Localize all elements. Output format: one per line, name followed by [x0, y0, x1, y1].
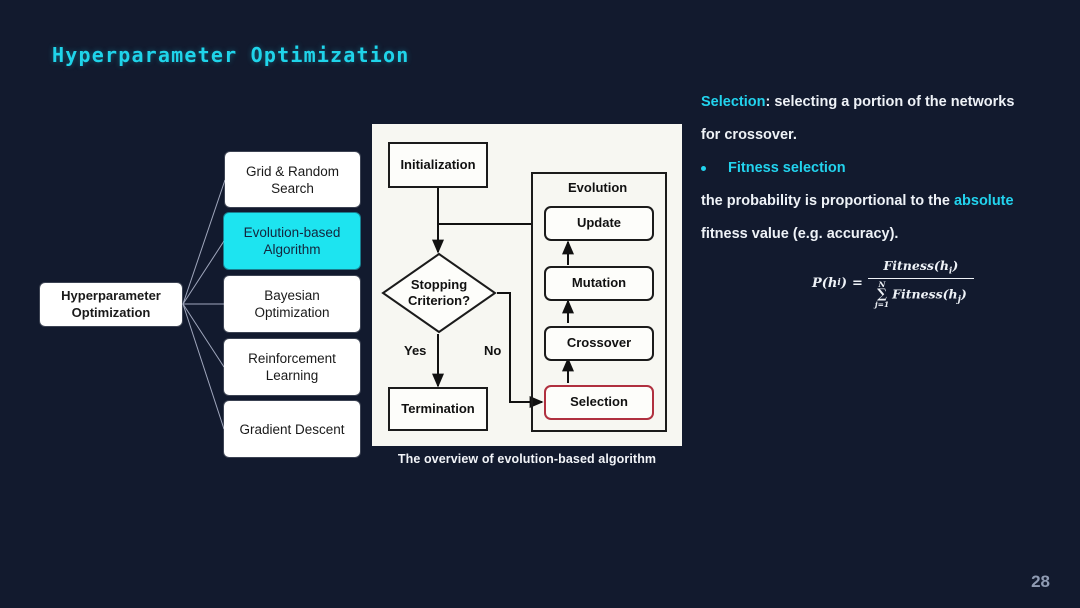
formula-numerator-base: Fitness(h [883, 258, 949, 273]
flowchart-panel: Initialization Stopping Criterion? Yes N… [372, 124, 682, 446]
mindmap-root-label: Hyperparameter Optimization [61, 288, 161, 320]
formula-numerator-close: ) [952, 258, 959, 273]
flowchart-node-initialization[interactable]: Initialization [388, 142, 488, 188]
notes-line-1: Selection: selecting a portion of the ne… [701, 86, 1056, 119]
flowchart-caption: The overview of evolution-based algorith… [397, 452, 657, 466]
flowchart-node-selection[interactable]: Selection [544, 385, 654, 420]
formula-lhs: P(h i) [812, 276, 847, 291]
slide-root: Hyperparameter Optimization Hyperparamet… [0, 0, 1080, 608]
svg-text:Stopping: Stopping [411, 277, 467, 292]
mindmap-node-bayesian-optimization[interactable]: Bayesian Optimization [224, 276, 360, 332]
notes-line-2: for crossover. [701, 127, 797, 143]
formula-fraction: Fitness(hi) N ∑ j=1 Fitness(hj) [867, 258, 974, 309]
notes-panel: Selection: selecting a portion of the ne… [701, 86, 1056, 251]
mindmap-root-node[interactable]: Hyperparameter Optimization [40, 283, 182, 326]
notes-line-3-a: the probability is proportional to the [701, 193, 954, 209]
mindmap-node-gradient-descent[interactable]: Gradient Descent [224, 401, 360, 457]
formula-sum-lower: j=1 [874, 300, 890, 309]
flowchart-node-termination[interactable]: Termination [388, 387, 488, 431]
mindmap-node-label: Grid & Random Search [245, 163, 340, 196]
formula-numerator: Fitness(hi) [876, 258, 965, 278]
mindmap-node-label: Bayesian Optimization [254, 288, 330, 320]
probability-formula: P(h i) = Fitness(hi) N ∑ j=1 Fitness(hj) [812, 258, 974, 309]
flowchart-node-crossover[interactable]: Crossover [544, 326, 654, 361]
flowchart-node-label: Update [576, 215, 622, 231]
formula-denominator-base: Fitness(h [892, 286, 958, 301]
flowchart-edge-label-no: No [484, 343, 502, 358]
bullet-dot-icon [701, 166, 706, 171]
mindmap-node-label: Evolution-based Algorithm [243, 225, 341, 257]
mindmap: Hyperparameter Optimization Grid & Random… [0, 0, 380, 480]
flowchart-edge-label-yes: Yes [404, 343, 427, 358]
mindmap-node-label: Reinforcement Learning [248, 351, 336, 383]
flowchart-node-label: Termination [401, 400, 475, 416]
flowchart-node-label: Selection [570, 394, 628, 410]
formula-lhs-base: P(h [812, 275, 838, 291]
formula-summation: N ∑ j=1 [874, 280, 890, 309]
mindmap-node-reinforcement-learning[interactable]: Reinforcement Learning [224, 339, 360, 395]
notes-keyword-selection: Selection [701, 94, 766, 110]
mindmap-node-grid-random-search[interactable]: Grid & Random Search [225, 152, 360, 207]
formula-lhs-close: ) [840, 275, 847, 291]
flowchart-node-label: Mutation [571, 275, 627, 291]
notes-line-3: the probability is proportional to the a… [701, 185, 1056, 218]
formula-denominator: N ∑ j=1 Fitness(hj) [867, 277, 974, 309]
flowchart-node-mutation[interactable]: Mutation [544, 266, 654, 301]
notes-keyword-absolute: absolute [953, 193, 1014, 209]
notes-line-4: fitness value (e.g. accuracy). [701, 226, 899, 242]
notes-bullet-label: Fitness selection [728, 160, 846, 176]
notes-bullet-item: Fitness selection [701, 152, 1056, 185]
formula-equals: = [851, 275, 863, 291]
flowchart-node-stopping-criterion[interactable]: Stopping Criterion? [380, 251, 498, 335]
flowchart-group-label-evolution: Evolution [568, 180, 628, 195]
flowchart-node-label: Crossover [566, 335, 632, 351]
svg-text:Criterion?: Criterion? [408, 293, 470, 308]
flowchart-node-label: Initialization [400, 156, 476, 172]
page-number: 28 [1031, 572, 1050, 591]
notes-line-1-rest: : selecting a portion of the networks [765, 94, 1015, 110]
mindmap-node-label: Gradient Descent [239, 421, 345, 437]
formula-denominator-close: ) [960, 286, 967, 301]
flowchart-node-update[interactable]: Update [544, 206, 654, 241]
mindmap-node-evolution-based-algorithm[interactable]: Evolution-based Algorithm [224, 213, 360, 269]
